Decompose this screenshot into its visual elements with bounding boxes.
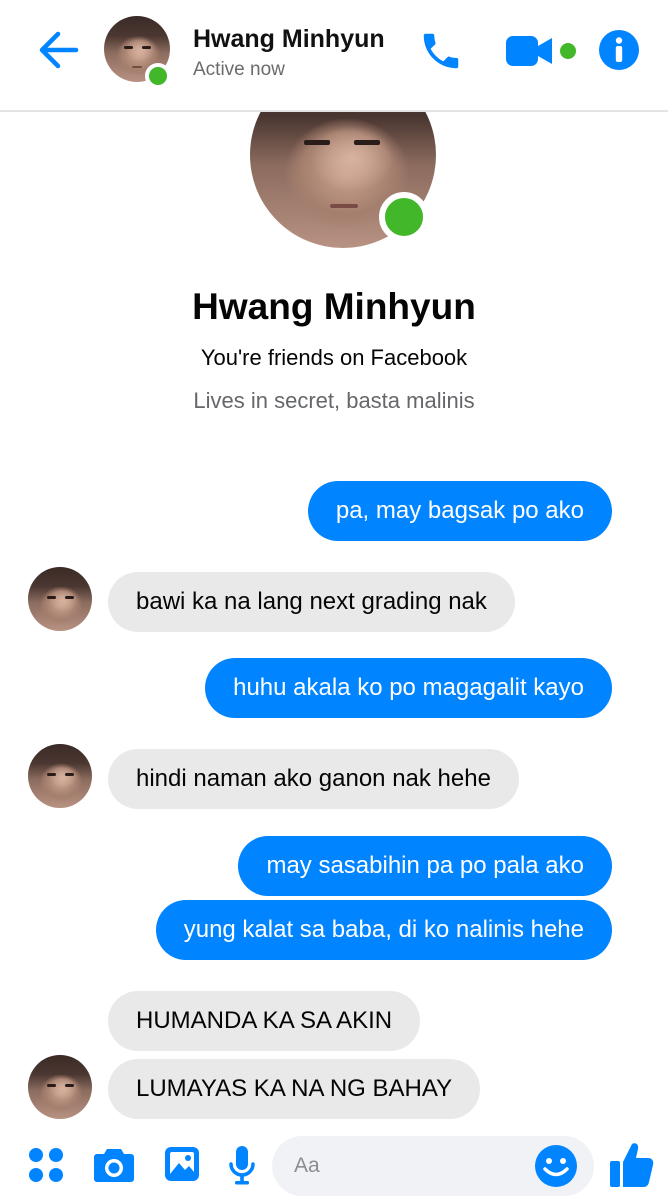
header-status: Active now [193, 59, 285, 80]
message-input-placeholder: Aa [294, 1154, 320, 1177]
contact-avatar[interactable] [28, 1055, 92, 1119]
sent-message[interactable]: yung kalat sa baba, di ko nalinis hehe [155, 900, 612, 960]
message-input[interactable]: Aa [272, 1136, 594, 1196]
sent-message[interactable]: pa, may bagsak po ako [307, 481, 612, 541]
phone-icon[interactable] [418, 28, 464, 74]
video-camera-icon[interactable] [505, 34, 555, 68]
sent-message[interactable]: huhu akala ko po magagalit kayo [205, 658, 612, 718]
back-arrow-icon[interactable] [36, 30, 80, 70]
header-contact-name[interactable]: Hwang Minhyun [193, 25, 385, 54]
profile-friends-text: You're friends on Facebook [200, 345, 468, 370]
gallery-icon[interactable] [163, 1144, 201, 1184]
received-message[interactable]: bawi ka na lang next grading nak [108, 572, 515, 632]
camera-icon[interactable] [93, 1147, 135, 1183]
thumbs-up-icon[interactable] [608, 1140, 654, 1190]
composer-bar: Aa [0, 1130, 668, 1200]
contact-avatar[interactable] [28, 744, 92, 808]
profile-name: Hwang Minhyun [192, 286, 476, 327]
received-message[interactable]: LUMAYAS KA NA NG BAHAY [108, 1059, 481, 1119]
profile-online-indicator [379, 192, 429, 242]
apps-grid-icon[interactable] [28, 1147, 64, 1183]
microphone-icon[interactable] [228, 1144, 256, 1186]
info-icon[interactable] [598, 29, 640, 71]
profile-bio: Lives in secret, basta malinis [193, 388, 475, 413]
header-online-indicator [145, 63, 171, 89]
emoji-icon[interactable] [534, 1144, 578, 1188]
sent-message[interactable]: may sasabihin pa po pala ako [238, 836, 612, 896]
received-message[interactable]: HUMANDA KA SA AKIN [108, 991, 421, 1051]
video-active-dot [560, 43, 576, 59]
received-message[interactable]: hindi naman ako ganon nak hehe [108, 749, 519, 809]
contact-avatar[interactable] [28, 567, 92, 631]
chat-header: Hwang Minhyun Active now [0, 0, 668, 112]
